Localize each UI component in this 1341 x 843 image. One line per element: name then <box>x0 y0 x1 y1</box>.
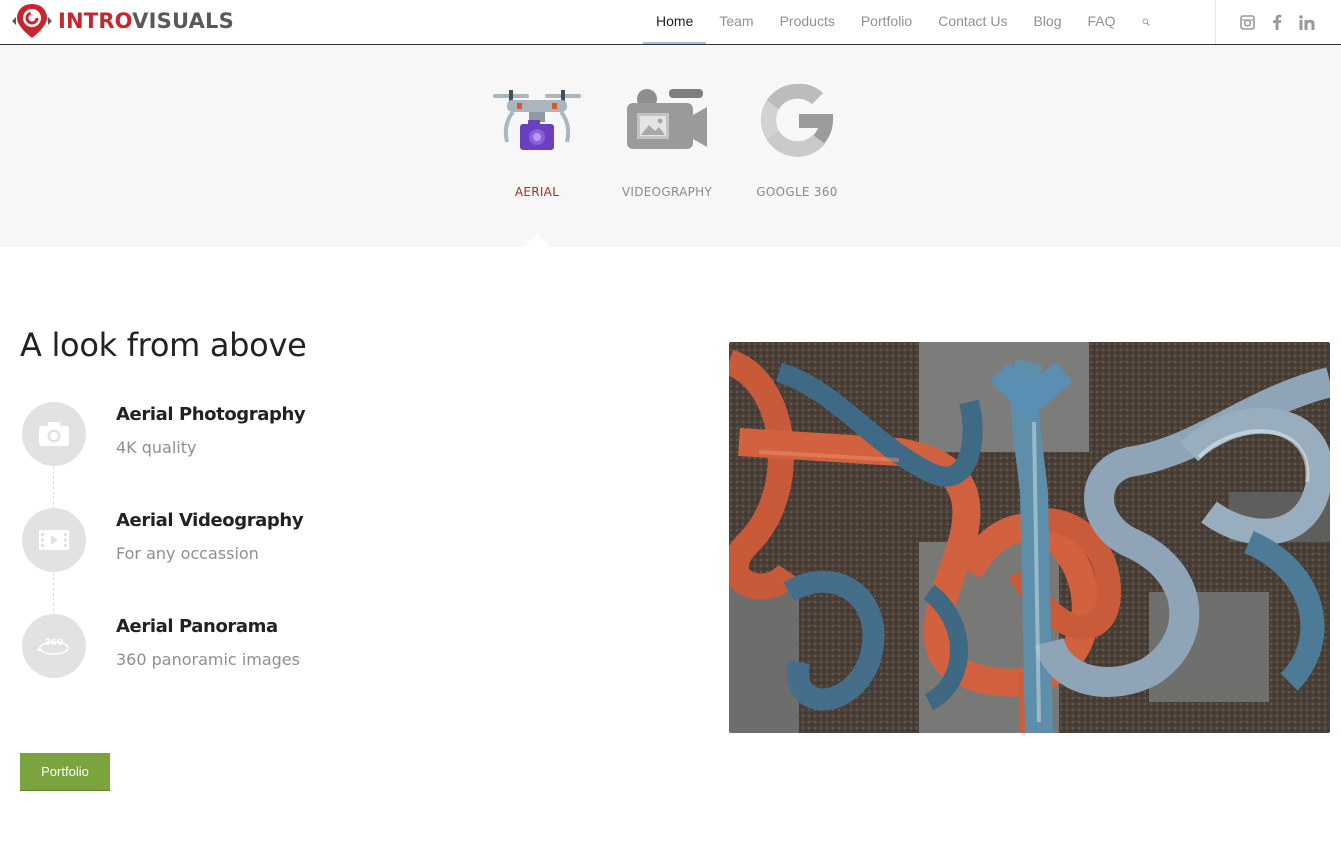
drone-camera-icon <box>472 75 602 165</box>
tab-videography[interactable]: VIDEOGRAPHY <box>602 75 732 199</box>
google-icon <box>732 75 862 165</box>
nav-item-blog[interactable]: Blog <box>1020 0 1074 44</box>
logo-text-intro: INTRO <box>58 9 133 33</box>
film-icon <box>22 508 86 572</box>
video-camera-icon <box>602 75 732 165</box>
nav-item-products[interactable]: Products <box>767 0 848 44</box>
linkedin-icon[interactable] <box>1292 0 1322 44</box>
nav-divider <box>1215 0 1216 44</box>
feature-subtitle: 4K quality <box>116 438 197 457</box>
feature-title: Aerial Photography <box>116 404 306 425</box>
site-header: INTROVISUALS Home Team Products Portfoli… <box>0 0 1341 45</box>
search-button[interactable] <box>1129 0 1163 44</box>
tab-aerial[interactable]: AERIAL <box>472 75 602 199</box>
search-icon <box>1142 18 1150 26</box>
logo-pin-icon <box>12 4 52 38</box>
logo-text-visuals: VISUALS <box>132 9 234 33</box>
main-nav: Home Team Products Portfolio Contact Us … <box>643 0 1163 44</box>
service-tabs: AERIAL VIDEOGRAPHY GOOGLE 360 <box>0 45 1341 247</box>
tab-label-videography: VIDEOGRAPHY <box>621 185 713 199</box>
tab-google-360[interactable]: GOOGLE 360 <box>732 75 862 199</box>
tab-label-aerial: AERIAL <box>514 185 560 199</box>
facebook-icon[interactable] <box>1262 0 1292 44</box>
nav-item-home[interactable]: Home <box>643 0 707 44</box>
panorama-360-icon: 360 <box>22 614 86 678</box>
logo-text: INTROVISUALS <box>58 9 234 33</box>
portfolio-button[interactable]: Portfolio <box>20 753 110 791</box>
camera-icon <box>22 402 86 466</box>
nav-item-contact-us[interactable]: Contact Us <box>925 0 1020 44</box>
tab-label-google-360: GOOGLE 360 <box>756 185 838 199</box>
aerial-waterslides-photo <box>729 342 1330 733</box>
instagram-icon[interactable] <box>1232 0 1262 44</box>
nav-item-faq[interactable]: FAQ <box>1074 0 1128 44</box>
nav-item-team[interactable]: Team <box>706 0 766 44</box>
feature-subtitle: For any occassion <box>116 544 259 563</box>
nav-item-portfolio[interactable]: Portfolio <box>848 0 925 44</box>
section-heading: A look from above <box>20 326 307 364</box>
active-tab-indicator <box>524 233 550 247</box>
feature-subtitle: 360 panoramic images <box>116 650 300 669</box>
logo[interactable]: INTROVISUALS <box>12 2 234 40</box>
feature-title: Aerial Videography <box>116 510 304 531</box>
feature-title: Aerial Panorama <box>116 616 278 637</box>
social-links <box>1232 0 1322 44</box>
